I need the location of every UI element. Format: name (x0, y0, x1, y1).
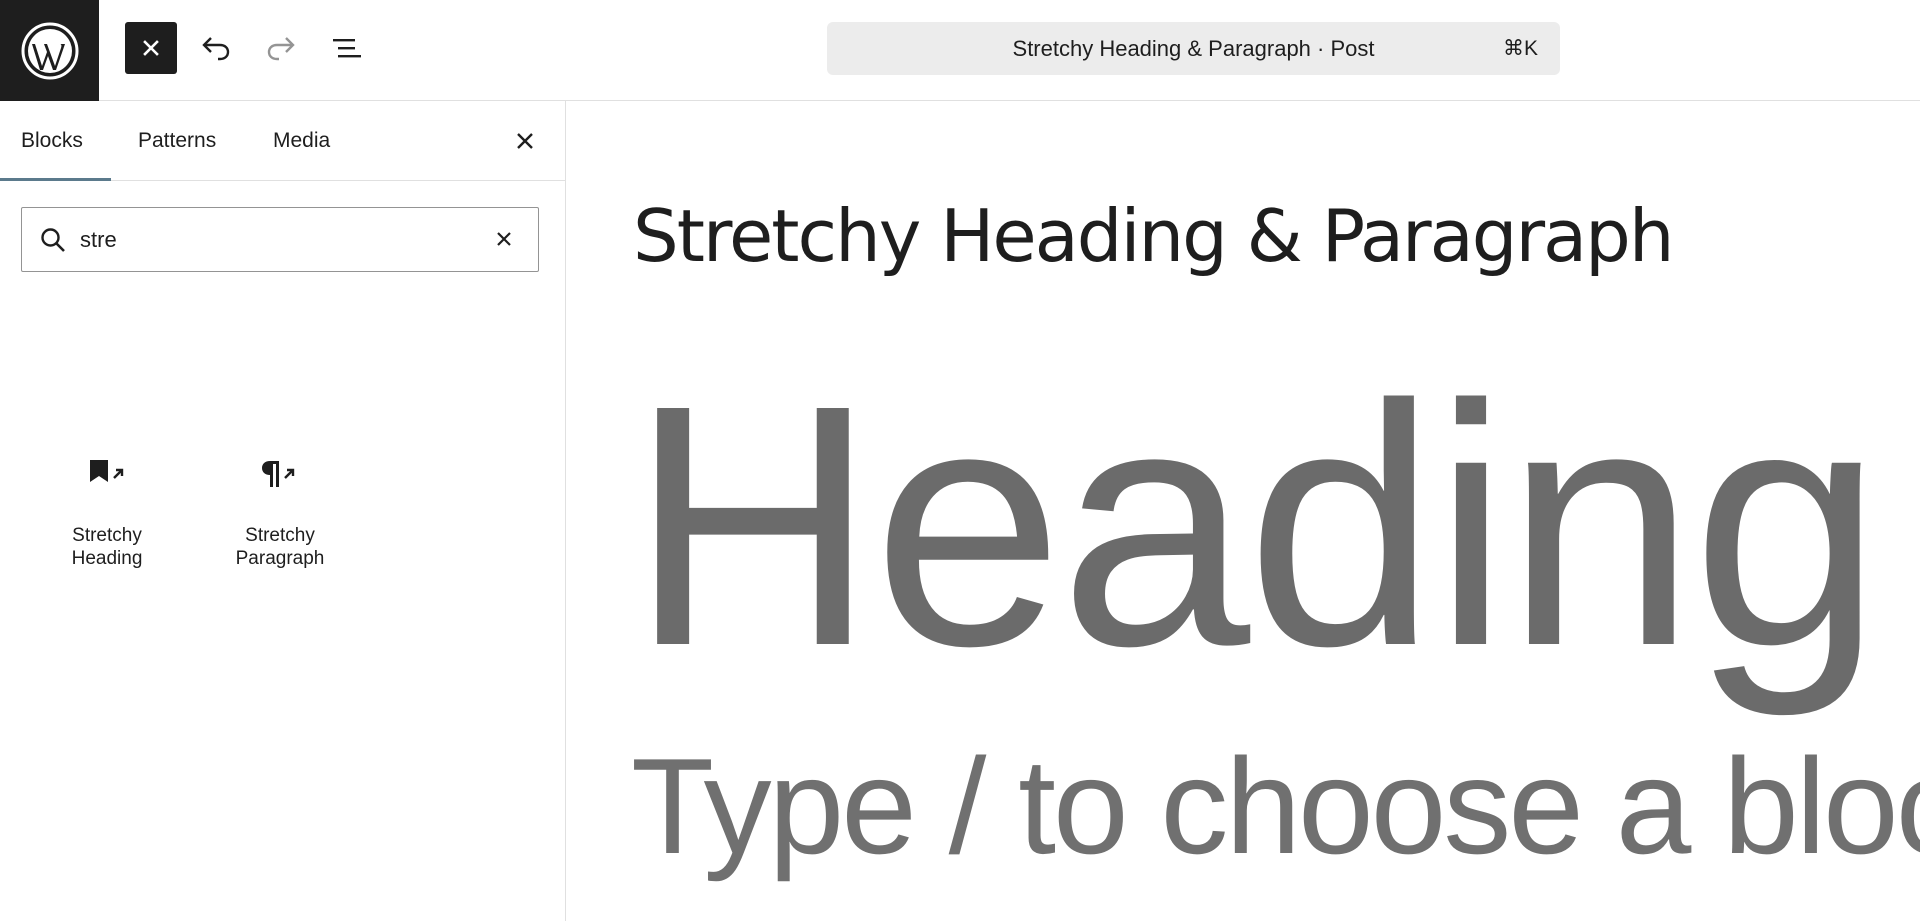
inserter-tabs: Blocks Patterns Media (0, 101, 565, 181)
block-search-input[interactable] (80, 208, 470, 271)
post-title[interactable]: Stretchy Heading & Paragraph (633, 200, 1675, 272)
list-view-icon (333, 39, 361, 58)
undo-icon (202, 37, 230, 61)
paragraph-placeholder[interactable]: Type / to choose a block (631, 738, 1920, 874)
bookmark-arrow-icon (90, 460, 124, 482)
block-item-stretchy-heading[interactable]: Stretchy Heading (32, 449, 182, 579)
tab-media[interactable]: Media (273, 101, 330, 181)
search-icon (41, 227, 65, 252)
wordpress-logo-button[interactable] (0, 0, 99, 101)
pilcrow-arrow-icon (262, 461, 295, 487)
close-icon (143, 40, 159, 56)
command-shortcut: ⌘K (1502, 37, 1538, 60)
redo-icon (267, 37, 295, 61)
active-tab-indicator (0, 178, 111, 181)
redo-button[interactable] (255, 22, 307, 74)
undo-button[interactable] (190, 22, 242, 74)
block-search-box (21, 207, 539, 272)
clear-search-button[interactable] (484, 219, 524, 259)
block-item-label: Stretchy Paragraph (235, 525, 325, 569)
wordpress-logo-icon (21, 22, 78, 79)
close-inserter-button[interactable] (125, 22, 177, 74)
close-icon (517, 133, 533, 149)
block-item-stretchy-paragraph[interactable]: Stretchy Paragraph (205, 449, 355, 579)
editor-top-toolbar: Stretchy Heading & Paragraph · Post ⌘K (0, 0, 1920, 101)
close-panel-button[interactable] (505, 121, 545, 161)
document-title-command-bar[interactable]: Stretchy Heading & Paragraph · Post ⌘K (827, 22, 1560, 75)
stretchy-heading-block[interactable]: Heading (629, 354, 1883, 697)
block-inserter-panel: Blocks Patterns Media stre Stretchy Head… (0, 101, 566, 921)
document-title: Stretchy Heading & Paragraph · Post (1012, 35, 1375, 61)
editor-canvas: Stretchy Heading & Paragraph Heading Typ… (567, 102, 1920, 921)
close-icon (497, 232, 511, 246)
block-item-label: Stretchy Heading (71, 525, 143, 569)
document-overview-button[interactable] (321, 22, 373, 74)
tab-blocks[interactable]: Blocks (21, 101, 83, 181)
tab-patterns[interactable]: Patterns (138, 101, 216, 181)
